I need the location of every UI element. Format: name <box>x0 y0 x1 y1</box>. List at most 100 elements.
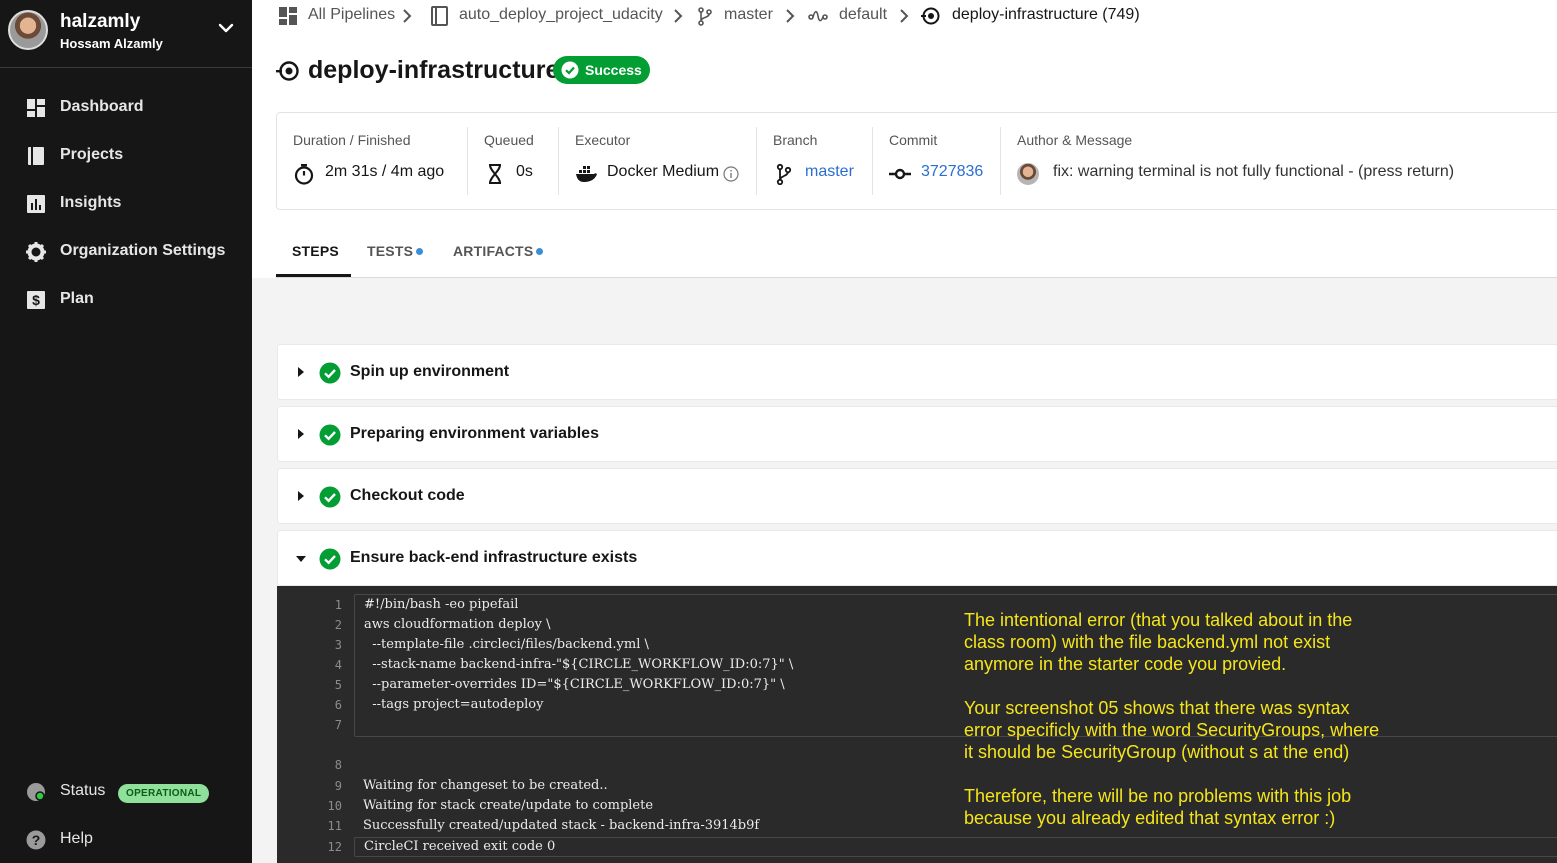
caret-right-icon[interactable] <box>296 366 306 378</box>
sidebar-item-organization-settings[interactable]: Organization Settings <box>0 232 252 272</box>
sidebar-item-label: Insights <box>60 194 122 211</box>
chevron-right-icon <box>900 9 909 23</box>
output-line: Waiting for changeset to be created.. <box>363 778 608 793</box>
line-number: 3 <box>334 638 342 652</box>
caret-right-icon[interactable] <box>296 428 306 440</box>
annotation-line: The intentional error (that you talked a… <box>964 610 1353 630</box>
output-line: Waiting for stack create/update to compl… <box>363 798 654 813</box>
tab-label: ARTIFACTS <box>453 243 534 259</box>
check-circle-icon <box>319 424 341 446</box>
help-label: Help <box>60 830 93 847</box>
sidebar-item-help[interactable]: ? Help <box>0 820 252 860</box>
active-tab-underline <box>276 274 351 277</box>
commit-link[interactable]: 3727836 <box>921 163 983 181</box>
tab-label: TESTS <box>367 243 414 259</box>
chevron-down-icon[interactable] <box>216 18 236 38</box>
workflow-icon <box>808 10 828 22</box>
breadcrumb-project[interactable]: auto_deploy_project_udacity <box>459 6 663 24</box>
step-row-expanded[interactable]: Ensure back-end infrastructure exists <box>277 530 1557 586</box>
sidebar-item-projects[interactable]: Projects <box>0 136 252 176</box>
sidebar-item-label: Organization Settings <box>60 242 226 259</box>
breadcrumb-workflow[interactable]: default <box>839 6 887 24</box>
line-number: 6 <box>334 698 342 712</box>
branch-icon <box>776 163 792 185</box>
code-line: --stack-name backend-infra-"${CIRCLE_WOR… <box>364 657 794 672</box>
check-circle-icon <box>319 486 341 508</box>
chevron-right-icon <box>403 9 412 23</box>
projects-icon <box>28 147 44 165</box>
project-icon <box>431 6 448 26</box>
code-line: --parameter-overrides ID="${CIRCLE_WORKF… <box>364 677 785 692</box>
info-icon[interactable] <box>723 166 739 182</box>
annotation-line: class room) with the file backend.yml no… <box>964 632 1331 652</box>
svg-text:?: ? <box>32 832 41 848</box>
line-number: 9 <box>334 779 342 793</box>
user-menu[interactable]: halzamly Hossam Alzamly <box>0 0 252 68</box>
step-name: Preparing environment variables <box>350 425 599 442</box>
tab-tests[interactable]: TESTS <box>367 243 424 259</box>
branch-link[interactable]: master <box>805 163 854 181</box>
executor-value: Docker Medium <box>607 163 720 180</box>
sidebar-item-plan[interactable]: $ Plan <box>0 280 252 320</box>
job-icon <box>276 61 299 81</box>
check-circle-icon <box>319 548 341 570</box>
step-name: Spin up environment <box>350 363 510 380</box>
line-number: 5 <box>334 678 342 692</box>
annotation-line: anymore in the starter code you provied. <box>964 654 1287 674</box>
commit-icon <box>889 168 911 180</box>
sidebar: halzamly Hossam Alzamly Dashboard Projec… <box>0 0 252 863</box>
help-icon: ? <box>26 830 46 850</box>
step-name: Checkout code <box>350 487 465 504</box>
annotation-line: error specificly with the word SecurityG… <box>964 720 1380 740</box>
annotation-line: because you already edited that syntax e… <box>964 808 1336 828</box>
line-number: 1 <box>334 598 342 612</box>
sidebar-item-label: Plan <box>60 290 94 307</box>
author-label: Author & Message <box>1017 132 1133 148</box>
page-title: deploy-infrastructure <box>308 56 560 84</box>
exit-code-line: CircleCI received exit code 0 <box>364 839 556 854</box>
user-full-name: Hossam Alzamly <box>60 36 163 51</box>
branch-label: Branch <box>773 132 818 148</box>
insights-icon <box>27 195 45 213</box>
queued-label: Queued <box>484 132 534 148</box>
chevron-right-icon <box>674 9 683 23</box>
annotation-line: Therefore, there will be no problems wit… <box>964 786 1352 806</box>
duration-value: 2m 31s / 4m ago <box>325 163 445 180</box>
gear-icon <box>26 242 46 262</box>
sidebar-item-label: Projects <box>60 146 124 163</box>
code-line: #!/bin/bash -eo pipefail <box>364 597 519 612</box>
status-icon <box>27 783 45 801</box>
docker-icon <box>576 166 597 182</box>
chevron-right-icon <box>786 9 795 23</box>
tab-artifacts[interactable]: ARTIFACTS <box>453 243 544 259</box>
code-line: aws cloudformation deploy \ <box>364 617 551 632</box>
status-badge: OPERATIONAL <box>118 784 210 803</box>
queued-value: 0s <box>516 163 533 180</box>
tab-steps[interactable]: STEPS <box>292 243 339 259</box>
breadcrumb-all-pipelines[interactable]: All Pipelines <box>308 6 395 24</box>
line-number: 8 <box>334 758 342 772</box>
tab-indicator-dot <box>536 248 544 255</box>
breadcrumb-branch[interactable]: master <box>724 6 773 24</box>
duration-label: Duration / Finished <box>293 132 411 148</box>
breadcrumb-job: deploy-infrastructure (749) <box>952 6 1140 23</box>
annotation-line: Your screenshot 05 shows that there was … <box>964 698 1350 718</box>
sidebar-item-dashboard[interactable]: Dashboard <box>0 88 252 128</box>
step-row[interactable]: Spin up environment <box>277 344 1557 400</box>
caret-right-icon[interactable] <box>296 490 306 502</box>
commit-message: fix: warning terminal is not fully funct… <box>1053 163 1455 180</box>
job-info-card: Duration / Finished 2m 31s / 4m ago Queu… <box>276 112 1557 210</box>
step-row[interactable]: Checkout code <box>277 468 1557 524</box>
line-number: 2 <box>334 618 342 632</box>
sidebar-item-insights[interactable]: Insights <box>0 184 252 224</box>
step-row[interactable]: Preparing environment variables <box>277 406 1557 462</box>
annotation-line: it should be SecurityGroup (without s at… <box>964 742 1350 762</box>
status-text: Success <box>585 62 642 78</box>
caret-down-icon[interactable] <box>295 554 307 564</box>
stopwatch-icon <box>294 164 314 185</box>
sidebar-item-label: Dashboard <box>60 98 144 115</box>
avatar <box>8 10 48 50</box>
code-line: --template-file .circleci/files/backend.… <box>364 637 649 652</box>
line-number: 12 <box>327 840 342 854</box>
dashboard-icon <box>27 99 45 117</box>
